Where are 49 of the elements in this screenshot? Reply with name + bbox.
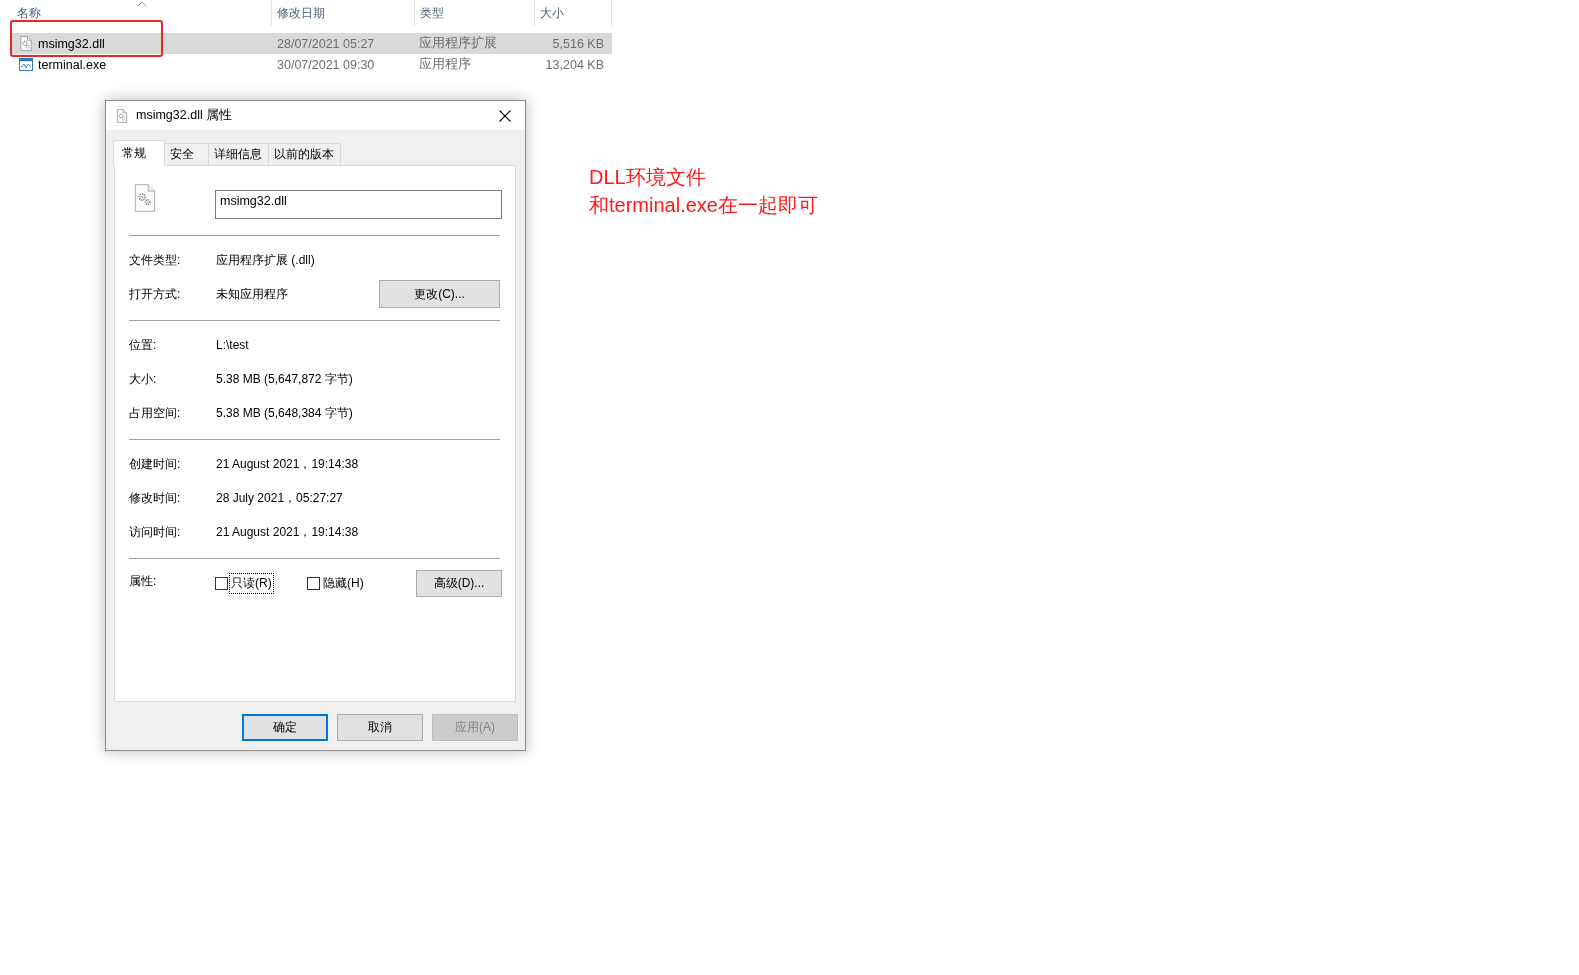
change-button[interactable]: 更改(C)... xyxy=(379,280,500,308)
file-row[interactable]: terminal.exe 30/07/2021 09:30 应用程序 13,204 KB xyxy=(12,54,612,75)
field-value: 5.38 MB (5,647,872 字节) xyxy=(216,370,354,388)
file-size: 13,204 KB xyxy=(544,57,605,72)
window-title: msimg32.dll 属性 xyxy=(136,107,234,124)
field-label: 文件类型: xyxy=(129,251,182,269)
checkbox-label[interactable]: 隐藏(H) xyxy=(321,572,366,594)
field-value: 21 August 2021，19:14:38 xyxy=(216,523,360,541)
field-label: 创建时间: xyxy=(129,455,182,473)
field-value: 21 August 2021，19:14:38 xyxy=(216,455,360,473)
field-label: 大小: xyxy=(129,370,158,388)
field-value: 未知应用程序 xyxy=(216,285,289,303)
app-window-icon xyxy=(19,57,33,72)
checkbox-label[interactable]: 只读(R) xyxy=(229,572,274,594)
tab[interactable]: 常规 xyxy=(113,140,165,166)
file-name: msimg32.dll xyxy=(38,36,105,51)
file-name: terminal.exe xyxy=(38,57,107,72)
dialog-button[interactable]: 取消 xyxy=(337,714,423,741)
gear-document-icon xyxy=(116,108,128,123)
checkbox[interactable] xyxy=(307,576,320,590)
field-label: 打开方式: xyxy=(129,285,182,303)
field-value: L:\test xyxy=(216,338,250,352)
file-size: 5,516 KB xyxy=(551,36,605,51)
field-value: 应用程序扩展 (.dll) xyxy=(216,251,316,269)
annotation-text: 和terminal.exe在一起即可 xyxy=(589,193,818,218)
column-header[interactable]: 名称 xyxy=(12,0,272,26)
field-label: 访问时间: xyxy=(129,523,182,541)
modified-date: 30/07/2021 09:30 xyxy=(276,57,376,72)
annotation-text: DLL环境文件 xyxy=(589,165,707,190)
file-type: 应用程序 xyxy=(418,56,472,73)
checkbox[interactable] xyxy=(215,576,228,590)
column-header[interactable]: 大小 xyxy=(535,0,612,26)
column-header[interactable]: 类型 xyxy=(415,0,535,26)
field-value: 5.38 MB (5,648,384 字节) xyxy=(216,404,354,422)
file-type: 应用程序扩展 xyxy=(418,35,498,52)
dialog-button[interactable]: 确定 xyxy=(242,714,328,741)
gear-document-icon xyxy=(19,36,33,51)
field-label: 占用空间: xyxy=(129,404,182,422)
column-header[interactable]: 修改日期 xyxy=(272,0,415,26)
field-label: 修改时间: xyxy=(129,489,182,507)
tab[interactable]: 以前的版本 xyxy=(268,143,341,165)
modified-date: 28/07/2021 05:27 xyxy=(276,36,376,51)
gear-document-icon xyxy=(134,184,156,212)
advanced-button[interactable]: 高级(D)... xyxy=(416,569,502,597)
file-name-field[interactable]: msimg32.dll xyxy=(215,190,502,219)
close-icon xyxy=(499,109,511,122)
field-label: 位置: xyxy=(129,336,158,354)
field-value: 28 July 2021，05:27:27 xyxy=(216,489,344,507)
field-label: 属性: xyxy=(129,573,158,590)
